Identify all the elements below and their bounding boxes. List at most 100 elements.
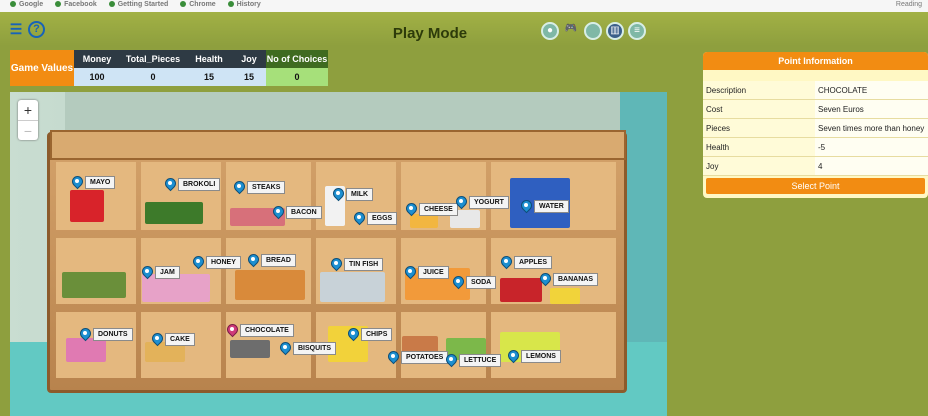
map-pin-icon bbox=[152, 333, 163, 346]
chart-icon[interactable]: ▥ bbox=[606, 22, 624, 40]
map-pin-icon bbox=[406, 203, 417, 216]
chocolate-product bbox=[230, 340, 270, 358]
reading-list[interactable]: Reading bbox=[896, 0, 922, 10]
marker-soda[interactable]: SODA bbox=[453, 276, 497, 289]
marker-apples[interactable]: APPLES bbox=[501, 256, 553, 269]
info-value-health: -5 bbox=[815, 137, 928, 157]
marker-eggs[interactable]: EGGS bbox=[354, 212, 398, 225]
marker-bisquits[interactable]: BISQUITS bbox=[280, 342, 337, 355]
point-information-title: Point Information bbox=[703, 52, 928, 70]
apples-product bbox=[500, 278, 542, 302]
tin-fish-product bbox=[320, 272, 385, 302]
marker-jam[interactable]: JAM bbox=[142, 266, 180, 279]
marker-bananas[interactable]: BANANAS bbox=[540, 273, 598, 286]
page-title: Play Mode bbox=[392, 25, 468, 42]
game-values-table: Game Values Money Total_Pieces Health Jo… bbox=[10, 50, 328, 86]
marker-milk[interactable]: MILK bbox=[333, 188, 374, 201]
marker-steaks[interactable]: STEAKS bbox=[234, 181, 286, 194]
map-pin-icon bbox=[540, 273, 551, 286]
zoom-control: + − bbox=[18, 100, 38, 140]
joy-value: 15 bbox=[232, 68, 266, 86]
info-key-description: Description bbox=[703, 81, 815, 100]
map-pin-icon bbox=[72, 176, 83, 189]
settings-mode-icon[interactable]: ● bbox=[541, 22, 559, 40]
map-pin-icon bbox=[80, 328, 91, 341]
shelf-top bbox=[50, 130, 626, 160]
marker-chocolate[interactable]: CHOCOLATE bbox=[227, 324, 294, 337]
money-value: 100 bbox=[74, 68, 120, 86]
marker-potatoes[interactable]: POTATOES bbox=[388, 351, 449, 364]
lettuce-shelf-product bbox=[62, 272, 126, 298]
point-information-panel: Point Information Description CHOCOLATE … bbox=[703, 52, 928, 198]
map-pin-icon bbox=[405, 266, 416, 279]
map-pin-icon bbox=[193, 256, 204, 269]
column-header-money: Money bbox=[74, 50, 120, 68]
map-pin-icon bbox=[456, 196, 467, 209]
gamepad-icon[interactable]: 🎮 bbox=[562, 22, 580, 40]
map-pin-icon bbox=[354, 212, 365, 225]
bookmark-google[interactable]: Google bbox=[10, 0, 43, 10]
marker-yogurt[interactable]: YOGURT bbox=[456, 196, 509, 209]
info-value-description: CHOCOLATE bbox=[815, 81, 928, 100]
top-bar: ☰ ? Play Mode ● 🎮 ▥ ≡ bbox=[0, 12, 928, 46]
marker-lemons[interactable]: LEMONS bbox=[508, 350, 561, 363]
marker-donuts[interactable]: DONUTS bbox=[80, 328, 133, 341]
bookmark-chrome[interactable]: Chrome bbox=[180, 0, 216, 10]
cheese-product bbox=[410, 214, 438, 228]
game-values-label: Game Values bbox=[10, 50, 74, 86]
map-pin-icon bbox=[388, 351, 399, 364]
map-pin-icon bbox=[453, 276, 464, 289]
no-of-choices-value: 0 bbox=[266, 68, 328, 86]
list-icon[interactable]: ≡ bbox=[628, 22, 646, 40]
bookmark-history[interactable]: History bbox=[227, 0, 261, 10]
map-pin-icon bbox=[521, 200, 532, 213]
menu-icon[interactable]: ☰ bbox=[8, 21, 24, 37]
info-key-cost: Cost bbox=[703, 99, 815, 119]
shop-scene[interactable]: + − MAYO BROKOLI STEAKS BACON MILK EGGS … bbox=[10, 92, 667, 416]
marker-water[interactable]: WATER bbox=[521, 200, 569, 213]
map-pin-icon bbox=[280, 342, 291, 355]
info-key-health: Health bbox=[703, 137, 815, 157]
map-pin-icon bbox=[333, 188, 344, 201]
marker-brokoli[interactable]: BROKOLI bbox=[165, 178, 221, 191]
map-pin-icon bbox=[234, 181, 245, 194]
selected-map-pin-icon bbox=[227, 324, 238, 337]
zoom-out-button[interactable]: − bbox=[18, 120, 38, 141]
marker-honey[interactable]: HONEY bbox=[193, 256, 241, 269]
info-key-pieces: Pieces bbox=[703, 118, 815, 138]
map-pin-icon bbox=[248, 254, 259, 267]
marker-tin-fish[interactable]: TIN FISH bbox=[331, 258, 384, 271]
zoom-in-button[interactable]: + bbox=[18, 100, 38, 120]
map-pin-icon bbox=[331, 258, 342, 271]
bookmarks-bar: Google Facebook Getting Started Chrome H… bbox=[0, 0, 928, 12]
info-value-pieces: Seven times more than honey bbox=[815, 118, 928, 138]
bananas-product bbox=[550, 288, 580, 304]
marker-bread[interactable]: BREAD bbox=[248, 254, 296, 267]
info-value-cost: Seven Euros bbox=[815, 99, 928, 119]
bread-product bbox=[235, 270, 305, 300]
brokoli-product bbox=[145, 202, 203, 224]
map-pin-icon bbox=[446, 354, 457, 367]
marker-chips[interactable]: CHIPS bbox=[348, 328, 393, 341]
donuts-product bbox=[66, 338, 106, 362]
marker-bacon[interactable]: BACON bbox=[273, 206, 322, 219]
column-header-joy: Joy bbox=[232, 50, 266, 68]
column-header-total-pieces: Total_Pieces bbox=[120, 50, 186, 68]
marker-cheese[interactable]: CHEESE bbox=[406, 203, 458, 216]
marker-lettuce[interactable]: LETTUCE bbox=[446, 354, 502, 367]
column-header-health: Health bbox=[186, 50, 232, 68]
bookmark-facebook[interactable]: Facebook bbox=[55, 0, 97, 10]
marker-juice[interactable]: JUICE bbox=[405, 266, 449, 279]
help-icon[interactable]: ? bbox=[28, 21, 45, 38]
select-point-button[interactable]: Select Point bbox=[706, 178, 925, 194]
point-information-table: Description CHOCOLATE Cost Seven Euros P… bbox=[703, 81, 928, 176]
map-pin-icon bbox=[508, 350, 519, 363]
bookmark-getting-started[interactable]: Getting Started bbox=[108, 0, 168, 10]
info-key-joy: Joy bbox=[703, 156, 815, 176]
marker-cake[interactable]: CAKE bbox=[152, 333, 195, 346]
map-pin-icon bbox=[142, 266, 153, 279]
total-pieces-value: 0 bbox=[120, 68, 186, 86]
map-pin-icon bbox=[273, 206, 284, 219]
marker-mayo[interactable]: MAYO bbox=[72, 176, 116, 189]
play-mode-icon[interactable] bbox=[584, 22, 602, 40]
